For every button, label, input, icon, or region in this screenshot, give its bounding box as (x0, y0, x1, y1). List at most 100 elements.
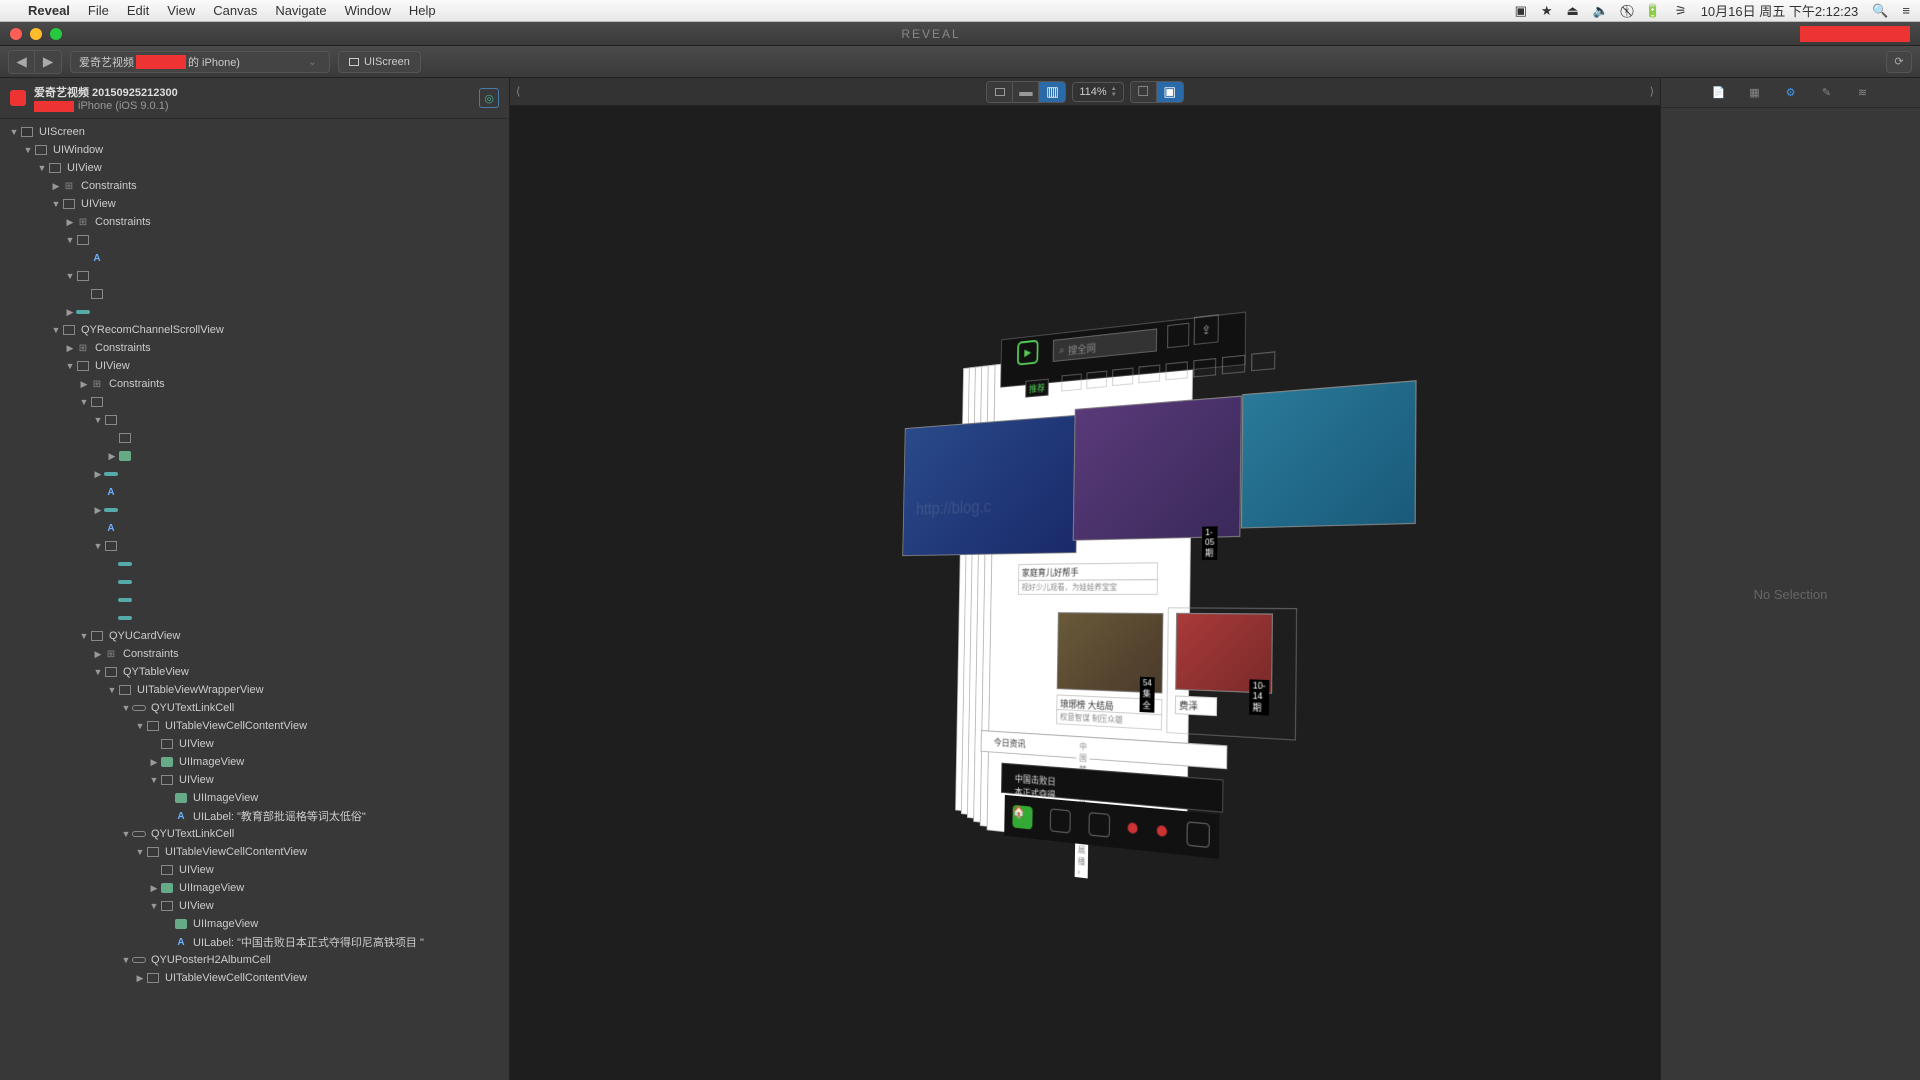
tree-row[interactable]: ▶⊞Constraints (0, 177, 509, 195)
disclosure-triangle[interactable]: ▼ (120, 829, 132, 839)
disclosure-triangle[interactable]: ▼ (92, 541, 104, 551)
refresh-button[interactable]: ⟳ (1886, 51, 1912, 73)
tab-wire[interactable] (1165, 361, 1188, 380)
tree-row[interactable]: ▼QYUPosterH2AlbumCell (0, 951, 509, 969)
tree-row[interactable]: ▼UITableViewCellContentView (0, 843, 509, 861)
tab-icon[interactable] (1050, 808, 1071, 833)
nav-share-icon[interactable]: ⇪ (1194, 314, 1219, 345)
inspector-tab-identity[interactable]: 📄 (1710, 84, 1728, 102)
tab-active[interactable]: 推荐 (1025, 379, 1049, 398)
notification-icon[interactable]: ≡ (1902, 3, 1910, 18)
disclosure-triangle[interactable]: ▶ (148, 757, 160, 768)
tree-row[interactable]: ▶⊞Constraints (0, 213, 509, 231)
tree-row[interactable] (0, 609, 509, 627)
disclosure-triangle[interactable]: ▼ (134, 847, 146, 857)
tree-row[interactable]: AUILabel: "中国击败日本正式夺得印尼高铁项目 " (0, 933, 509, 951)
app-name[interactable]: Reveal (28, 3, 70, 18)
disclosure-triangle[interactable]: ▼ (134, 721, 146, 731)
disclosure-triangle[interactable]: ▶ (92, 469, 104, 480)
tree-row[interactable]: ▶⊞Constraints (0, 645, 509, 663)
disclosure-triangle[interactable]: ▶ (64, 307, 76, 318)
disclosure-triangle[interactable]: ▼ (148, 901, 160, 911)
disclosure-triangle[interactable]: ▼ (8, 127, 20, 137)
menu-navigate[interactable]: Navigate (275, 3, 326, 18)
menu-edit[interactable]: Edit (127, 3, 149, 18)
disclosure-triangle[interactable]: ▼ (92, 415, 104, 425)
menubar-clock[interactable]: 10月16日 周五 下午2:12:23 (1701, 1, 1859, 20)
nav-back[interactable]: ◀ (9, 51, 35, 73)
disclosure-triangle[interactable]: ▼ (50, 199, 62, 209)
star-icon[interactable]: ★ (1541, 3, 1553, 19)
zoom-control[interactable]: 114% ▲▼ (1072, 82, 1123, 102)
tree-row[interactable]: ▼QYUCardView (0, 627, 509, 645)
banner-1[interactable] (902, 415, 1078, 557)
disclosure-triangle[interactable]: ▶ (50, 181, 62, 192)
nav-action-icon[interactable] (1167, 323, 1189, 349)
menu-file[interactable]: File (88, 3, 109, 18)
menu-help[interactable]: Help (409, 3, 436, 18)
zoom-button[interactable] (50, 28, 62, 40)
tree-row[interactable]: ▼UIWindow (0, 141, 509, 159)
breadcrumb-uiscreen[interactable]: UIScreen (338, 51, 421, 73)
tree-row[interactable]: ▼ (0, 537, 509, 555)
inspector-tab-layout[interactable]: ▦ (1746, 84, 1764, 102)
tree-row[interactable]: ▼UIView (0, 771, 509, 789)
collapse-right-icon[interactable]: ⟩ (1650, 85, 1654, 98)
inspector-tab-stack[interactable]: ≋ (1854, 84, 1872, 102)
tree-row[interactable]: ▶UIImageView (0, 879, 509, 897)
disclosure-triangle[interactable]: ▶ (92, 649, 104, 660)
tree-row[interactable]: ▼UIView (0, 897, 509, 915)
tab-icon[interactable] (1088, 812, 1110, 838)
tree-row[interactable]: ▶ (0, 501, 509, 519)
tree-row[interactable]: ▼UITableViewCellContentView (0, 717, 509, 735)
tree-row[interactable]: ▼UIView (0, 357, 509, 375)
tree-row[interactable]: ▶⊞Constraints (0, 339, 509, 357)
volume-icon[interactable]: 🔈 (1593, 3, 1609, 19)
disclosure-triangle[interactable]: ▼ (64, 271, 76, 281)
tree-row[interactable] (0, 555, 509, 573)
tree-row[interactable]: ▼ (0, 267, 509, 285)
tab-icon[interactable] (1157, 825, 1167, 837)
clip-on[interactable]: ▣ (1157, 82, 1183, 102)
disclosure-triangle[interactable]: ▶ (64, 343, 76, 354)
tree-row[interactable]: A (0, 249, 509, 267)
tab-wire[interactable] (1138, 364, 1160, 383)
view-outline[interactable] (987, 82, 1013, 102)
tree-row[interactable] (0, 573, 509, 591)
eject-icon[interactable]: ⏏ (1567, 3, 1579, 19)
breadcrumb[interactable]: 爱奇艺视频 的 iPhone) ⌄ (70, 51, 330, 73)
disclosure-triangle[interactable]: ▼ (78, 631, 90, 641)
collapse-left-icon[interactable]: ⟨ (516, 85, 520, 98)
tree-row[interactable]: ▼QYUTextLinkCell (0, 699, 509, 717)
disclosure-triangle[interactable]: ▼ (120, 703, 132, 713)
tree-row[interactable]: UIView (0, 735, 509, 753)
minimize-button[interactable] (30, 28, 42, 40)
inspector-tab-attributes[interactable]: ⚙ (1782, 84, 1800, 102)
disclosure-triangle[interactable]: ▼ (106, 685, 118, 695)
tree-row[interactable]: A (0, 483, 509, 501)
canvas-3d[interactable]: ▶ ⌕ 搜全网 ⇪ 推荐 (510, 106, 1660, 1080)
tab-wire[interactable] (1193, 358, 1216, 378)
disclosure-triangle[interactable]: ▼ (64, 361, 76, 371)
bluetooth-icon[interactable]: ᚼ⃠ (1623, 3, 1631, 18)
tree-row[interactable]: ▶⊞Constraints (0, 375, 509, 393)
banner-3[interactable] (1241, 380, 1417, 529)
tree-row[interactable]: UIView (0, 861, 509, 879)
spotlight-icon[interactable]: 🔍 (1872, 3, 1888, 19)
tree-row[interactable]: ▼ (0, 231, 509, 249)
menu-canvas[interactable]: Canvas (213, 3, 257, 18)
inspector-tab-layers[interactable]: ✎ (1818, 84, 1836, 102)
tree-row[interactable]: ▼UIView (0, 195, 509, 213)
view-3d[interactable]: ▥ (1039, 82, 1065, 102)
disclosure-triangle[interactable]: ▼ (92, 667, 104, 677)
close-button[interactable] (10, 28, 22, 40)
disclosure-triangle[interactable]: ▶ (92, 505, 104, 516)
banner-2[interactable] (1073, 395, 1242, 540)
disclosure-triangle[interactable]: ▶ (106, 451, 118, 462)
tab-icon[interactable] (1186, 821, 1209, 848)
tree-row[interactable]: UIImageView (0, 915, 509, 933)
disclosure-triangle[interactable]: ▶ (148, 883, 160, 894)
tree-row[interactable]: UIImageView (0, 789, 509, 807)
tree-row[interactable]: AUILabel: "教育部批谣格等词太低俗" (0, 807, 509, 825)
tree-row[interactable]: ▼QYTableView (0, 663, 509, 681)
